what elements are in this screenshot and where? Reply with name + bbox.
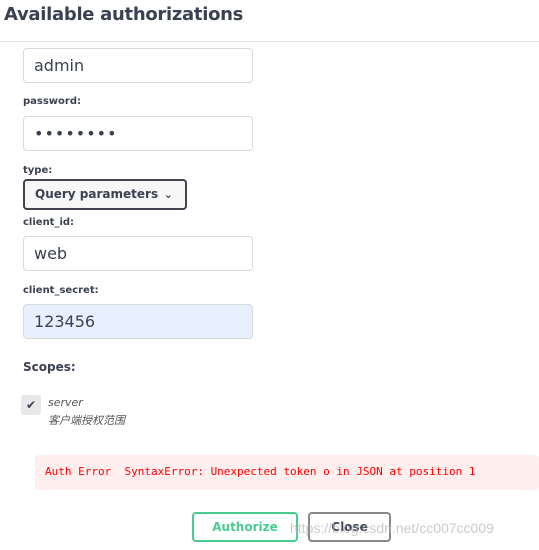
scope-description: 客户端授权范围 — [48, 414, 125, 427]
divider — [0, 41, 539, 42]
authorize-button[interactable]: Authorize — [192, 512, 298, 542]
type-select-value: Query parameters — [35, 187, 159, 201]
password-label: password: — [23, 96, 82, 107]
password-input[interactable]: •••••••• — [23, 116, 253, 151]
client-id-label: client_id: — [23, 217, 75, 228]
watermark: https://blog.csdn.net/cc007cc009 — [290, 520, 494, 536]
client-secret-input[interactable]: 123456 — [23, 304, 253, 339]
dialog-title: Available authorizations — [4, 4, 244, 25]
error-message-box: Auth Error SyntaxError: Unexpected token… — [35, 455, 539, 490]
chevron-down-icon: ⌄ — [163, 188, 173, 201]
client-secret-label: client_secret: — [23, 285, 99, 296]
type-select[interactable]: Query parameters ⌄ — [23, 179, 187, 210]
username-input[interactable]: admin — [23, 48, 253, 83]
client-id-input[interactable]: web — [23, 236, 253, 271]
check-icon: ✔ — [25, 398, 37, 412]
scope-checkbox[interactable]: ✔ — [21, 395, 41, 415]
type-label: type: — [23, 165, 53, 176]
scopes-label: Scopes: — [23, 360, 76, 374]
scope-name: server — [48, 396, 83, 409]
error-text: Auth Error SyntaxError: Unexpected token… — [45, 465, 476, 478]
